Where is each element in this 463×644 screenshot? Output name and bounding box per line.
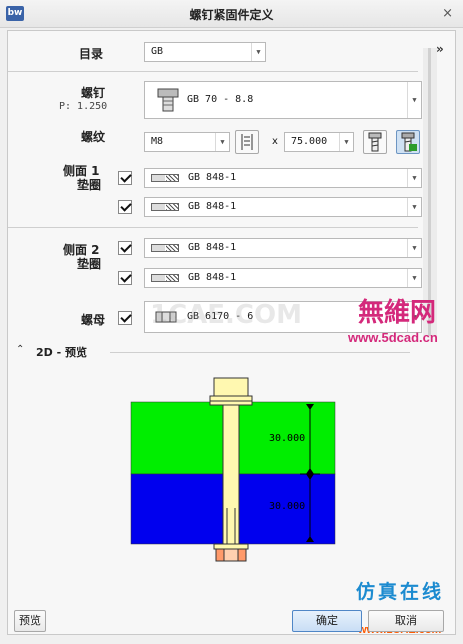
watermark-brand-bottom: 仿真在线 [356,581,445,603]
washer-bottom [213,543,249,550]
separator [8,71,418,72]
thread-size-select[interactable]: M8 ▼ [144,132,230,152]
nut-checkbox[interactable] [118,311,132,325]
screw-head [213,377,249,397]
watermark-faint: 1CAE.COM [150,300,302,330]
window-title: 螺钉紧固件定义 [189,8,274,22]
chevron-down-icon: ▼ [407,198,421,216]
preview-button[interactable]: 预览 [14,610,46,632]
washer-icon [151,274,179,282]
side2-washer2-select[interactable]: GB 848-1 ▼ [144,268,422,288]
separator [8,227,418,228]
side2-washer-label: 垫圈 [77,257,102,271]
washer-icon [151,244,179,252]
screw-pitch: P: 1.250 [59,101,108,112]
thread-length-value: 75.000 [291,136,328,147]
watermark-site-top: www.5dcad.cn [348,330,438,345]
side1-washer-label: 垫圈 [77,178,102,192]
washer-top [209,395,253,402]
washer-icon [151,203,179,211]
side2-washer1-select[interactable]: GB 848-1 ▼ [144,238,422,258]
chevron-down-icon: ▼ [215,133,229,151]
length-measure-icon [241,134,253,150]
threaded-screw-icon [368,132,382,152]
side2-washer1-checkbox[interactable] [118,241,132,255]
nut-center [223,548,239,562]
side1-washer2-value: GB 848-1 [188,201,237,212]
cancel-button[interactable]: 取消 [368,610,444,632]
screw-select[interactable]: GB 70 - 8.8 ▼ [144,81,422,119]
side2-washer2-value: GB 848-1 [188,272,237,283]
nut-label: 螺母 [81,313,106,327]
thread-label: 螺纹 [81,130,106,144]
chevron-down-icon: ▼ [339,133,353,151]
socket-screw-icon [157,88,179,112]
thread-size-value: M8 [151,136,164,147]
chevron-down-icon: ▼ [407,169,421,187]
screw-label: 螺钉 [81,86,106,100]
times-symbol: x [272,136,278,147]
title-bar: bw 螺钉紧固件定义 × [0,0,463,28]
catalog-select[interactable]: GB ▼ [144,42,266,62]
screw-shank [222,404,240,546]
thread-length-select[interactable]: 75.000 ▼ [284,132,354,152]
catalog-value: GB [151,46,164,57]
thread-full-button[interactable] [363,130,387,154]
close-icon[interactable]: × [442,6,453,21]
dimension-bottom: 30.000 [269,501,305,512]
catalog-label: 目录 [79,47,104,61]
side1-washer2-checkbox[interactable] [118,200,132,214]
side1-washer1-select[interactable]: GB 848-1 ▼ [144,168,422,188]
chevron-down-icon: ▼ [407,82,421,118]
threaded-screw-green-icon [401,132,417,152]
length-measure-button[interactable] [235,130,259,154]
collapse-icon[interactable]: ⌃ [16,344,24,355]
chevron-down-icon: ▼ [407,269,421,287]
thread-partial-button[interactable] [396,130,420,154]
preview-header: 2D - 预览 [36,346,88,359]
screw-value: GB 70 - 8.8 [187,94,254,105]
preview-drawing: 30.000 30.000 [130,377,336,562]
washer-top-2 [209,400,253,406]
watermark-brand-top: 無維网 [358,298,437,328]
side1-washer2-select[interactable]: GB 848-1 ▼ [144,197,422,217]
side1-washer1-checkbox[interactable] [118,171,132,185]
separator [110,352,410,353]
chevron-down-icon: ▼ [407,239,421,257]
chevron-down-icon: ▼ [251,43,265,61]
expand-panel-icon[interactable]: » [436,42,444,56]
ok-button[interactable]: 确定 [292,610,362,632]
washer-icon [151,174,179,182]
side1-washer1-value: GB 848-1 [188,172,237,183]
dimension-top: 30.000 [269,433,305,444]
side2-washer1-value: GB 848-1 [188,242,237,253]
side2-washer2-checkbox[interactable] [118,271,132,285]
